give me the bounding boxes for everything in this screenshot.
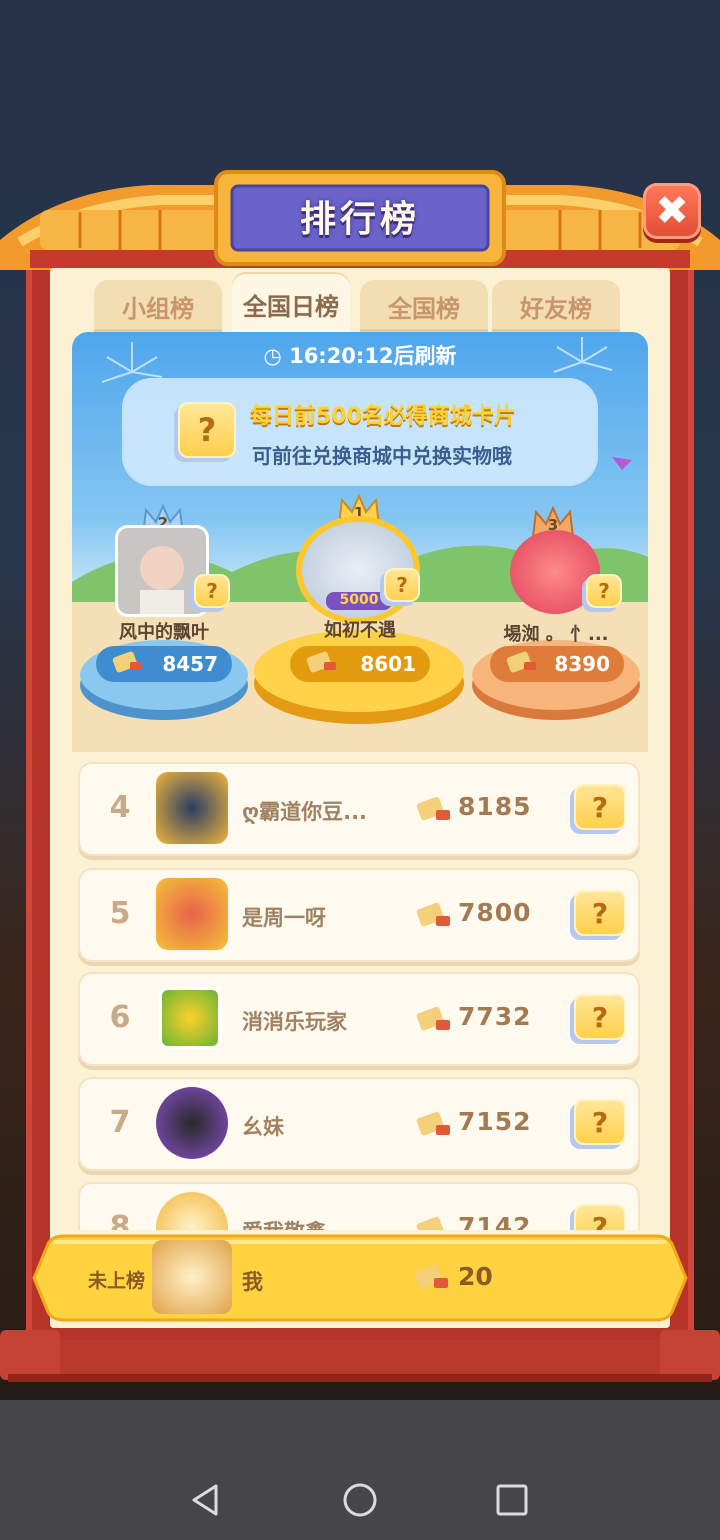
table-row[interactable]: 5 是周一呀 7800 ?: [78, 868, 640, 962]
mystery-card-icon: ?: [178, 402, 236, 458]
mystery-card-icon: ?: [574, 890, 626, 936]
podium-3-name: 埸洳 。 忄...: [503, 624, 609, 645]
tab-friends[interactable]: 好友榜: [492, 280, 620, 332]
avatar[interactable]: [156, 772, 228, 844]
mystery-card-icon: ?: [194, 574, 230, 608]
tab-national-daily[interactable]: 全国日榜: [232, 274, 350, 334]
broom-icon: [306, 651, 336, 673]
table-row[interactable]: 7 幺妹 7152 ?: [78, 1077, 640, 1171]
broom-icon: [416, 1006, 450, 1031]
avatar-rank-2[interactable]: [118, 528, 206, 614]
mystery-card-icon: ?: [384, 568, 420, 602]
my-rank-status: 未上榜: [88, 1270, 146, 1292]
recents-icon: [496, 1484, 528, 1516]
promo-subtitle: 可前往兑换商城中兑换实物哦: [252, 444, 512, 468]
podium-2-name: 风中的飘叶: [119, 622, 209, 643]
avatar[interactable]: [156, 878, 228, 950]
mystery-card-icon: ?: [574, 1204, 626, 1230]
avatar[interactable]: [156, 1192, 228, 1230]
back-button[interactable]: [176, 1470, 236, 1530]
recents-button[interactable]: [482, 1470, 542, 1530]
my-score: 20: [458, 1262, 493, 1291]
mystery-card-icon: ?: [574, 784, 626, 830]
home-icon: [343, 1483, 377, 1517]
promo-headline: 每日前500名必得商城卡片: [250, 404, 516, 429]
avatar[interactable]: [152, 1240, 232, 1314]
broom-icon: [416, 1111, 450, 1136]
broom-icon: [416, 1216, 444, 1230]
broom-icon: [112, 651, 142, 673]
broom-icon: [414, 1264, 448, 1289]
home-button[interactable]: [330, 1470, 390, 1530]
tab-group[interactable]: 小组榜: [94, 280, 222, 332]
tab-national[interactable]: 全国榜: [360, 280, 488, 332]
clock-icon: ◷: [263, 344, 290, 368]
back-icon: [192, 1484, 218, 1516]
my-name: 我: [242, 1270, 263, 1294]
mystery-card-icon: ?: [586, 574, 622, 608]
broom-icon: [416, 902, 450, 927]
close-icon: ✖: [655, 188, 689, 234]
broom-icon: [416, 796, 450, 821]
table-row[interactable]: 4 ღ霸道你豆... 8185 ?: [78, 762, 640, 856]
table-row[interactable]: 6 消消乐玩家 7732 ?: [78, 972, 640, 1066]
frame-base: [0, 1330, 720, 1382]
podium-1-name: 如初不遇: [324, 620, 396, 641]
frame-badge: 5000: [326, 592, 392, 610]
avatar[interactable]: [162, 990, 218, 1046]
page-title: 排行榜: [299, 199, 420, 240]
close-button[interactable]: ✖: [643, 183, 701, 239]
mystery-card-icon: ?: [574, 994, 626, 1040]
refresh-timer: ◷ 16:20:12后刷新: [263, 344, 457, 368]
table-row[interactable]: 8 爱我敬鑫 7142 ?: [78, 1182, 640, 1230]
ranking-list[interactable]: 4 ღ霸道你豆... 8185 ? 5 是周一呀 7800 ? 6 消消乐玩家 …: [72, 752, 648, 1230]
avatar[interactable]: [156, 1087, 228, 1159]
mystery-card-icon: ?: [574, 1099, 626, 1145]
broom-icon: [506, 651, 536, 673]
